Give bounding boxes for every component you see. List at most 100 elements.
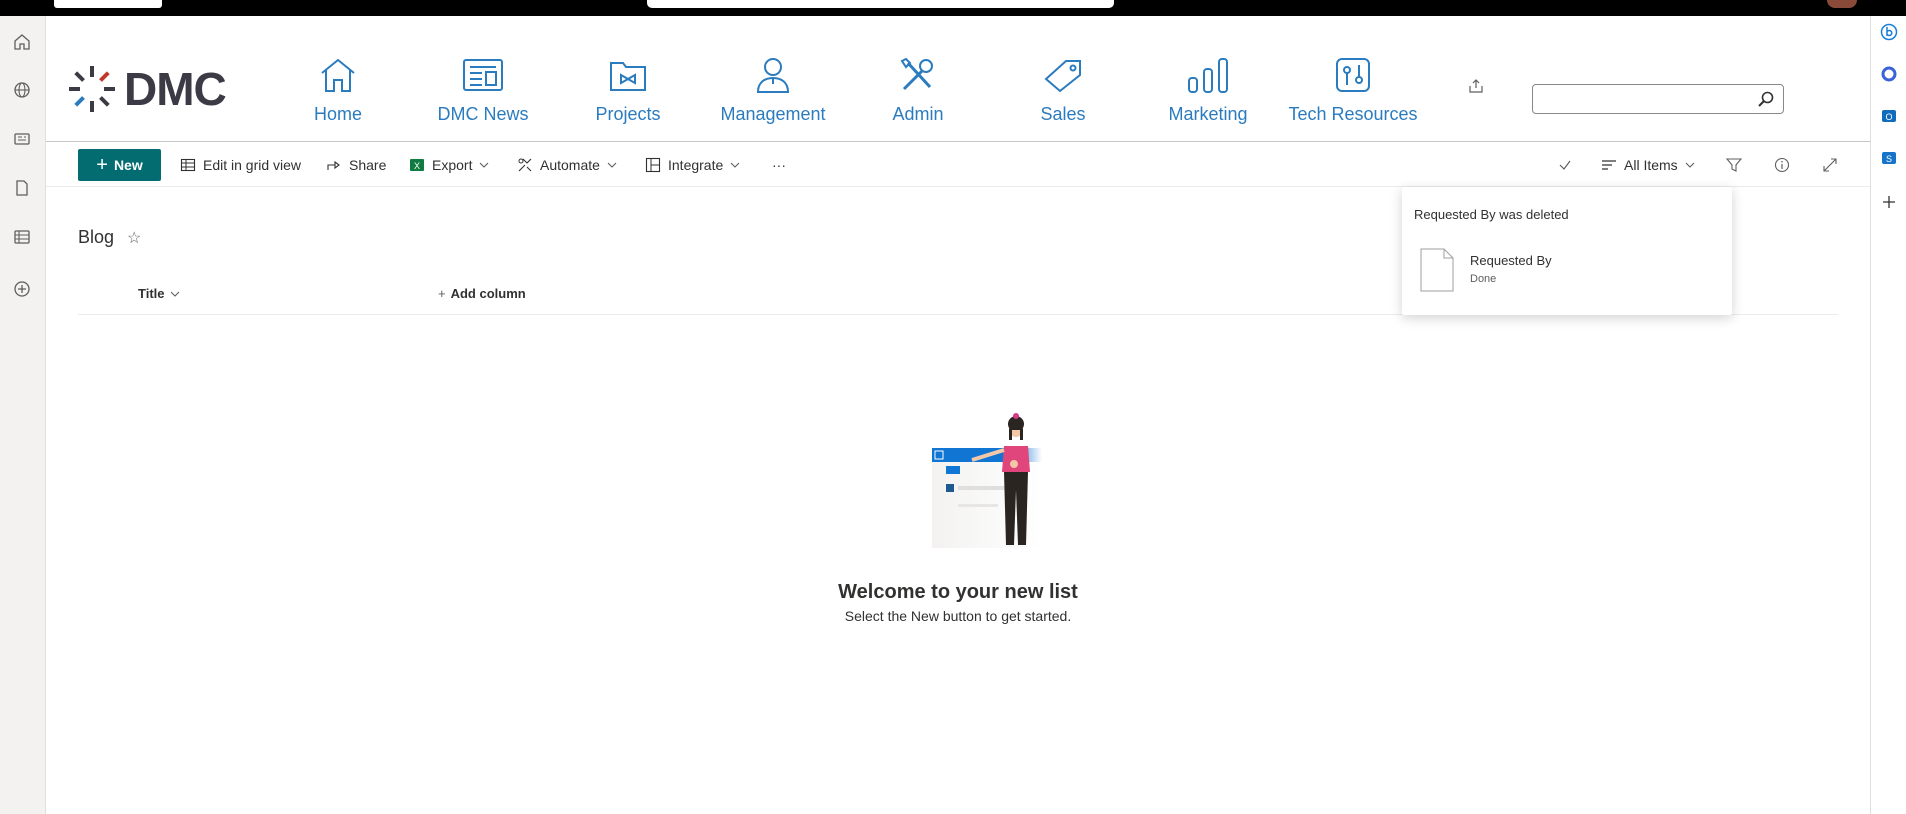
- edit-grid-label: Edit in grid view: [203, 157, 302, 173]
- integrate-button[interactable]: Integrate: [645, 151, 740, 179]
- nav-label: Projects: [595, 104, 661, 124]
- notification-message: Requested By was deleted: [1414, 207, 1569, 222]
- empty-list-illustration: [932, 413, 1042, 548]
- empty-list-state: Welcome to your new list Select the New …: [800, 410, 1116, 624]
- svg-text:S: S: [1886, 154, 1892, 164]
- share-icon: [326, 157, 342, 173]
- integrate-icon: [645, 157, 661, 173]
- column-deleted-notification: Requested By was deleted Requested By Do…: [1402, 187, 1732, 315]
- nav-dmc-news[interactable]: DMC News: [418, 54, 548, 125]
- hub-search-box[interactable]: [1532, 84, 1784, 114]
- document-icon[interactable]: [12, 178, 32, 198]
- integrate-label: Integrate: [668, 157, 724, 173]
- excel-icon: X: [409, 157, 425, 173]
- news-icon: [418, 54, 548, 96]
- new-button[interactable]: + New: [78, 149, 161, 181]
- empty-heading: Welcome to your new list: [838, 581, 1078, 603]
- add-column-label: Add column: [450, 286, 526, 301]
- bar-chart-icon: [1143, 54, 1273, 96]
- export-label: Export: [432, 157, 473, 173]
- brand-name: DMC: [124, 63, 227, 115]
- chevron-down-icon: [1685, 162, 1695, 168]
- news-icon[interactable]: [12, 129, 32, 149]
- new-button-label: New: [113, 157, 143, 173]
- chevron-down-icon: [170, 291, 180, 297]
- title-column-header[interactable]: Title: [138, 286, 180, 301]
- create-add-icon[interactable]: [12, 279, 32, 299]
- nav-label: Marketing: [1168, 104, 1248, 124]
- automate-icon: [517, 157, 533, 173]
- nav-home[interactable]: Home: [273, 54, 403, 125]
- nav-label: Management: [720, 104, 826, 124]
- person-icon: [708, 54, 838, 96]
- outlook-icon[interactable]: O: [1879, 106, 1899, 126]
- chevron-down-icon: [479, 162, 489, 168]
- tools-icon: [853, 54, 983, 96]
- view-switcher[interactable]: All Items: [1601, 151, 1695, 179]
- grid-icon: [180, 157, 196, 173]
- copilot-icon[interactable]: [1879, 64, 1899, 84]
- list-title-text: Blog: [78, 227, 115, 247]
- dmc-logo[interactable]: DMC: [68, 62, 227, 116]
- nav-marketing[interactable]: Marketing: [1143, 54, 1273, 125]
- dmc-logo-mark-icon: [69, 66, 115, 112]
- add-sidebar-app-icon[interactable]: [1879, 192, 1899, 212]
- nav-tech-resources[interactable]: Tech Resources: [1288, 54, 1418, 125]
- home-icon: [273, 54, 403, 96]
- sharepoint-icon[interactable]: S: [1879, 148, 1899, 168]
- plus-icon: +: [96, 154, 108, 176]
- automate-label: Automate: [540, 157, 600, 173]
- add-column-button[interactable]: + Add column: [438, 286, 526, 301]
- share-label: Share: [349, 157, 387, 173]
- info-icon[interactable]: [1774, 151, 1790, 179]
- more-options-button[interactable]: ···: [772, 151, 786, 179]
- app-left-rail: [0, 16, 46, 814]
- chevron-down-icon: [730, 162, 740, 168]
- svg-text:X: X: [414, 161, 420, 171]
- nav-projects[interactable]: Projects: [563, 54, 693, 125]
- view-label: All Items: [1624, 157, 1678, 173]
- nav-label: DMC News: [437, 104, 529, 124]
- projects-folder-icon: [563, 54, 693, 96]
- tag-icon: [998, 54, 1128, 96]
- edit-grid-view-button[interactable]: Edit in grid view: [180, 151, 301, 179]
- expand-icon[interactable]: [1822, 151, 1838, 179]
- automate-button[interactable]: Automate: [517, 151, 617, 179]
- favorite-star-icon[interactable]: ☆: [127, 228, 141, 248]
- home-icon[interactable]: [12, 32, 32, 52]
- chevron-down-icon: [607, 162, 617, 168]
- plus-icon: +: [438, 286, 446, 301]
- list-title: Blog ☆: [78, 227, 141, 248]
- browser-top-bar: [0, 0, 1906, 16]
- command-bar: + New Edit in grid view Share X Export A…: [46, 143, 1870, 187]
- filter-icon[interactable]: [1726, 151, 1742, 179]
- nav-label: Sales: [1040, 104, 1086, 124]
- nav-label: Home: [313, 104, 362, 124]
- view-lines-icon: [1601, 158, 1617, 172]
- hub-navigation: DMC Home DMC News Projects Management Ad…: [46, 16, 1870, 142]
- nav-sales[interactable]: Sales: [998, 54, 1128, 125]
- share-page-icon[interactable]: [1468, 78, 1484, 99]
- search-icon[interactable]: [1757, 90, 1775, 113]
- search-input[interactable]: [1539, 89, 1739, 109]
- tech-resources-icon: [1288, 54, 1418, 96]
- share-button[interactable]: Share: [326, 151, 386, 179]
- export-button[interactable]: X Export: [409, 151, 489, 179]
- notification-item-name: Requested By: [1470, 253, 1552, 268]
- title-column-label: Title: [138, 286, 165, 301]
- notification-item-status: Done: [1470, 273, 1497, 285]
- list-icon[interactable]: [12, 227, 32, 247]
- profile-avatar[interactable]: [1827, 0, 1857, 8]
- nav-management[interactable]: Management: [708, 54, 838, 125]
- checkmark-icon[interactable]: [1558, 151, 1572, 179]
- globe-icon[interactable]: [12, 80, 32, 100]
- more-icon: ···: [772, 157, 786, 173]
- svg-text:O: O: [1885, 112, 1892, 122]
- nav-label: Tech Resources: [1288, 104, 1418, 124]
- browser-tab-logo[interactable]: [54, 0, 162, 8]
- browser-address-bar[interactable]: [647, 0, 1114, 8]
- nav-label: Admin: [892, 104, 944, 124]
- nav-admin[interactable]: Admin: [853, 54, 983, 125]
- bing-icon[interactable]: [1879, 22, 1899, 42]
- document-icon: [1420, 248, 1454, 297]
